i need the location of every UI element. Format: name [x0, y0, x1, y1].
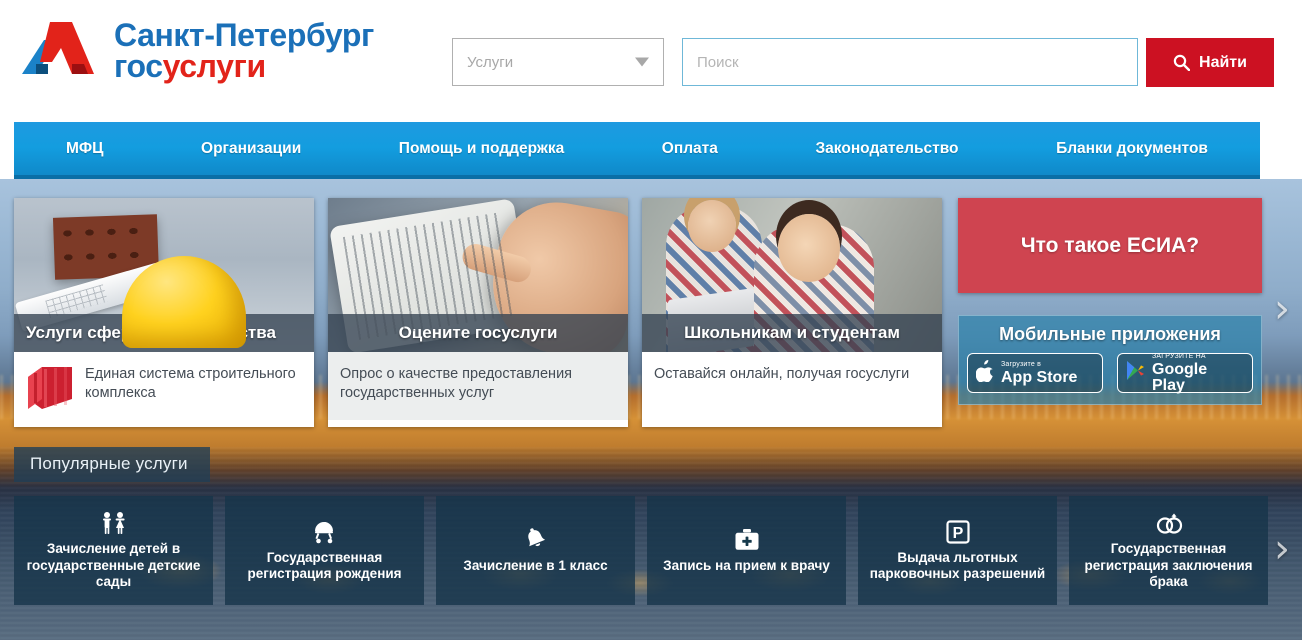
search-bar: Услуги Найти	[452, 38, 1274, 87]
promo-card-description: Оставайся онлайн, получая госуслуги	[654, 366, 910, 382]
medical-bag-icon	[734, 527, 760, 553]
promo-card-description: Единая система строительного комплекса	[85, 366, 296, 401]
promo-card-image-construction: Услуги сферы строительства	[14, 198, 314, 352]
promo-card-title-strip: Оцените госуслуги	[328, 314, 628, 352]
children-icon	[99, 510, 129, 536]
promo-card-title-strip: Услуги сферы строительства	[14, 314, 314, 352]
app-store-badge-title: App Store	[1001, 368, 1078, 386]
popular-tile-label: Государственная регистрация заключения б…	[1084, 541, 1253, 590]
popular-tile-label: Государственная регистрация рождения	[247, 549, 402, 581]
promo-card-title-strip: Школьникам и студентам	[642, 314, 942, 352]
popular-tile-doctor-appointment[interactable]: Запись на прием к врачу	[647, 496, 846, 605]
popular-tile-label: Зачисление в 1 класс	[463, 557, 608, 573]
promo-cards-row: Услуги сферы строительства Единая систем…	[14, 198, 942, 427]
nav-item-payment[interactable]: Оплата	[662, 140, 718, 158]
wedding-rings-icon	[1153, 510, 1185, 536]
nav-item-document-forms[interactable]: Бланки документов	[1056, 140, 1208, 158]
google-play-icon	[1126, 360, 1145, 386]
promo-card-image-students: Школьникам и студентам	[642, 198, 942, 352]
site-logo-text: Санкт-Петербург госуслуги	[114, 17, 374, 84]
popular-services-label-text: Популярные услуги	[30, 454, 188, 473]
promo-card-description: Опрос о качестве предоставления государс…	[340, 366, 573, 401]
popular-tile-label: Выдача льготных парковочных разрешений	[869, 549, 1046, 581]
popular-services-label: Популярные услуги	[14, 447, 210, 482]
nav-item-help-support[interactable]: Помощь и поддержка	[399, 140, 564, 158]
site-header: Санкт-Петербург госуслуги Услуги Поиск Н…	[0, 0, 1302, 122]
spb-gosuslugi-logo-icon	[14, 18, 100, 84]
promo-card-title: Услуги сферы строительства	[26, 323, 276, 342]
esia-banner[interactable]: Что такое ЕСИА?	[958, 198, 1262, 293]
apple-icon	[975, 359, 994, 387]
hero-right-column: Что такое ЕСИА? Мобильные приложения Заг…	[958, 198, 1262, 405]
stroller-icon	[311, 519, 339, 545]
popular-services-row: Зачисление детей в государственные детск…	[14, 496, 1268, 605]
google-play-badge-subtitle: ЗАГРУЗИТЕ НА	[1152, 352, 1206, 360]
tiles-next-arrow-icon[interactable]: ›	[1274, 529, 1290, 569]
promo-card-body: Оставайся онлайн, получая госуслуги	[642, 352, 942, 420]
logo-line-uslugi: услуги	[162, 48, 267, 84]
promo-card-body: Единая система строительного комплекса	[14, 352, 314, 427]
parking-icon: P	[945, 519, 970, 545]
google-play-badge[interactable]: ЗАГРУЗИТЕ НА Google Play	[1117, 353, 1253, 393]
finger-shape	[459, 240, 534, 286]
popular-tile-parking-permit[interactable]: P Выдача льготных парковочных разрешений	[858, 496, 1057, 605]
app-store-badge-subtitle: Загрузите в	[1001, 360, 1041, 368]
popular-tile-kindergarten[interactable]: Зачисление детей в государственные детск…	[14, 496, 213, 605]
bell-icon	[522, 527, 550, 553]
red-cube-icon	[26, 365, 74, 411]
service-category-value: Услуги	[467, 53, 514, 71]
logo-line-city: Санкт-Петербург	[114, 17, 374, 54]
mobile-apps-title: Мобильные приложения	[999, 324, 1221, 344]
promo-card-rate-services[interactable]: Оцените госуслуги Опрос о качестве предо…	[328, 198, 628, 427]
promo-card-title: Школьникам и студентам	[684, 323, 900, 342]
student-a-head-shape	[688, 200, 736, 252]
promo-card-title: Оцените госуслуги	[398, 323, 558, 342]
site-logo[interactable]: Санкт-Петербург госуслуги	[14, 18, 374, 84]
google-play-badge-title: Google Play	[1152, 360, 1208, 394]
search-submit-label: Найти	[1199, 53, 1247, 71]
search-input[interactable]	[683, 39, 1137, 85]
main-navigation: МФЦ Организации Помощь и поддержка Оплат…	[14, 122, 1260, 179]
student-b-head-shape	[778, 214, 840, 282]
promo-card-construction[interactable]: Услуги сферы строительства Единая систем…	[14, 198, 314, 427]
search-icon	[1173, 54, 1191, 71]
nav-item-legislation[interactable]: Законодательство	[815, 140, 958, 158]
nav-item-mfc[interactable]: МФЦ	[66, 140, 103, 158]
esia-banner-title: Что такое ЕСИА?	[1020, 233, 1200, 257]
service-category-select[interactable]: Услуги	[452, 38, 664, 86]
store-badges-row: Загрузите в App Store ЗАГРУЗИТЕ НА Googl…	[967, 353, 1253, 393]
hero-section: Услуги сферы строительства Единая систем…	[0, 179, 1302, 640]
mobile-apps-banner: Мобильные приложения Загрузите в App Sto…	[958, 315, 1262, 405]
popular-tile-label: Зачисление детей в государственные детск…	[26, 541, 201, 590]
nav-item-organizations[interactable]: Организации	[201, 140, 301, 158]
search-input-wrapper[interactable]	[682, 38, 1138, 86]
popular-tile-birth-registration[interactable]: Государственная регистрация рождения	[225, 496, 424, 605]
popular-tile-label: Запись на прием к врачу	[663, 557, 830, 573]
search-submit-button[interactable]: Найти	[1146, 38, 1274, 87]
promo-card-image-tablet: Оцените госуслуги	[328, 198, 628, 352]
popular-tile-first-grade[interactable]: Зачисление в 1 класс	[436, 496, 635, 605]
popular-tile-marriage-registration[interactable]: Государственная регистрация заключения б…	[1069, 496, 1268, 605]
svg-text:P: P	[952, 525, 963, 542]
app-store-badge[interactable]: Загрузите в App Store	[967, 353, 1103, 393]
chevron-down-icon	[635, 57, 649, 67]
promo-card-body: Опрос о качестве предоставления государс…	[328, 352, 628, 420]
logo-line-gos: гос	[114, 48, 163, 84]
promo-card-students[interactable]: Школьникам и студентам Оставайся онлайн,…	[642, 198, 942, 427]
cards-next-arrow-icon[interactable]: ›	[1274, 289, 1290, 329]
page-root: Санкт-Петербург госуслуги Услуги Поиск Н…	[0, 0, 1302, 640]
